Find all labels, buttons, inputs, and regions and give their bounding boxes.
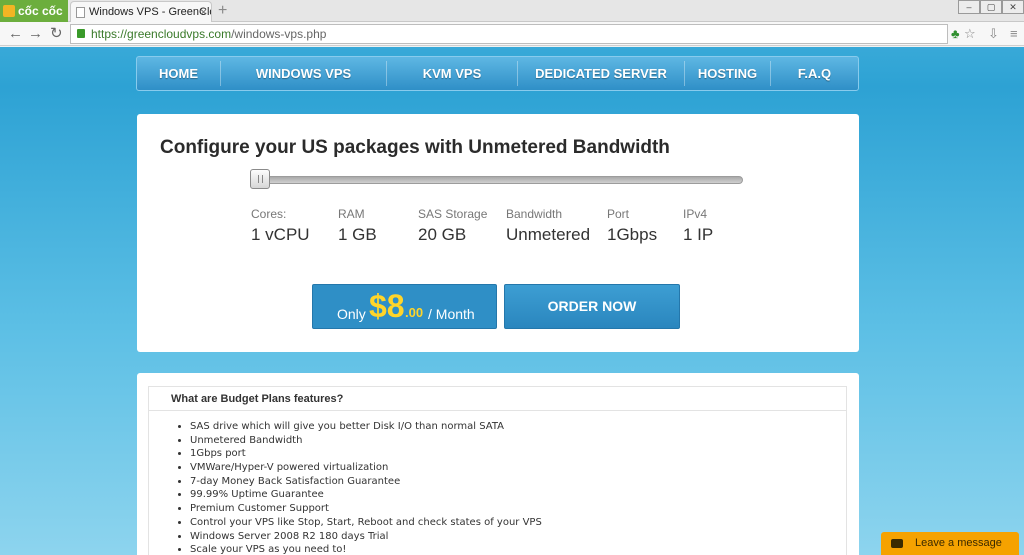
new-tab-button[interactable]: + (218, 0, 227, 22)
features-panel: What are Budget Plans features? SAS driv… (137, 373, 859, 555)
features-box: What are Budget Plans features? SAS driv… (148, 386, 847, 555)
list-item: Control your VPS like Stop, Start, Reboo… (190, 516, 542, 530)
package-slider-track[interactable] (250, 176, 743, 184)
back-arrow-icon[interactable]: ← (8, 24, 23, 44)
package-slider-handle[interactable] (250, 169, 270, 189)
price-amount: $8 (369, 288, 405, 324)
list-item: 7-day Money Back Satisfaction Guarantee (190, 475, 542, 489)
list-item: 99.99% Uptime Guarantee (190, 488, 542, 502)
message-bubble-icon (891, 539, 903, 548)
nav-kvm-vps[interactable]: KVM VPS (387, 57, 517, 90)
tab-title: Windows VPS - GreenCloud (89, 6, 211, 18)
browser-tab-bar: cốc cốc Windows VPS - GreenCloud × + – ▢… (0, 0, 1024, 22)
spec-bandwidth: Bandwidth Unmetered (506, 207, 590, 245)
slider-grip-icon (258, 175, 263, 183)
nav-dedicated-server[interactable]: DEDICATED SERVER (518, 57, 684, 90)
spec-label: Cores: (251, 207, 287, 221)
spec-value: 1Gbps (607, 225, 658, 244)
maximize-button[interactable]: ▢ (980, 0, 1002, 14)
download-icon[interactable]: ⇩ (988, 26, 999, 42)
star-icon[interactable]: ☆ (964, 26, 976, 42)
price-suffix: / Month (428, 306, 475, 322)
url-host: https://greencloudvps.com (91, 27, 232, 41)
coccoc-logo-icon (3, 5, 15, 17)
nav-faq[interactable]: F.A.Q (771, 57, 858, 90)
features-list: SAS drive which will give you better Dis… (176, 420, 542, 555)
reload-icon[interactable]: ↻ (50, 24, 63, 44)
browser-logo[interactable]: cốc cốc (0, 0, 68, 22)
spec-label: IPv4 (683, 207, 708, 221)
extension-icon[interactable]: ♣ (951, 26, 960, 42)
browser-brand: cốc cốc (18, 4, 63, 18)
list-item: SAS drive which will give you better Dis… (190, 420, 542, 434)
order-now-button[interactable]: ORDER NOW (504, 284, 680, 329)
spec-ram: RAM 1 GB (338, 207, 377, 245)
list-item: 1Gbps port (190, 447, 542, 461)
spec-label: RAM (338, 207, 365, 221)
menu-icon[interactable]: ≡ (1010, 26, 1018, 42)
lock-icon (77, 29, 85, 38)
forward-arrow-icon[interactable]: → (28, 24, 43, 44)
leave-message-button[interactable]: Leave a message (881, 532, 1019, 555)
spec-ipv4: IPv4 1 IP (683, 207, 713, 245)
features-heading: What are Budget Plans features? (149, 387, 846, 411)
spec-cores: Cores: 1 vCPU (251, 207, 310, 245)
main-nav: HOME WINDOWS VPS KVM VPS DEDICATED SERVE… (136, 56, 859, 91)
price-display: Only $8 .00 / Month (312, 284, 497, 329)
spec-storage: SAS Storage 20 GB (418, 207, 487, 245)
list-item: Premium Customer Support (190, 502, 542, 516)
spec-label: Port (607, 207, 630, 221)
price-cents: .00 (405, 305, 424, 320)
spec-label: SAS Storage (418, 207, 488, 221)
url-field[interactable]: https://greencloudvps.com/windows-vps.ph… (70, 24, 948, 44)
spec-value: 20 GB (418, 225, 467, 244)
address-bar: ← → ↻ https://greencloudvps.com/windows-… (0, 22, 1024, 46)
tab-close-icon[interactable]: × (200, 2, 207, 22)
price-prefix: Only (337, 306, 366, 322)
list-item: Windows Server 2008 R2 180 days Trial (190, 530, 542, 544)
url-path: /windows-vps.php (231, 27, 327, 41)
nav-windows-vps[interactable]: WINDOWS VPS (221, 57, 386, 90)
spec-value: 1 GB (338, 225, 377, 244)
minimize-button[interactable]: – (958, 0, 980, 14)
close-window-button[interactable]: ✕ (1002, 0, 1024, 14)
spec-value: Unmetered (506, 225, 591, 244)
configure-panel: Configure your US packages with Unmetere… (137, 114, 859, 352)
nav-home[interactable]: HOME (137, 57, 220, 90)
list-item: Scale your VPS as you need to! (190, 543, 542, 555)
page-icon (76, 7, 85, 18)
configure-title: Configure your US packages with Unmetere… (160, 137, 670, 158)
leave-message-label: Leave a message (915, 537, 1002, 549)
nav-hosting[interactable]: HOSTING (685, 57, 770, 90)
browser-tab[interactable]: Windows VPS - GreenCloud × (70, 1, 212, 22)
list-item: VMWare/Hyper-V powered virtualization (190, 461, 542, 475)
spec-label: Bandwidth (506, 207, 563, 221)
list-item: Unmetered Bandwidth (190, 434, 542, 448)
page-background: HOME WINDOWS VPS KVM VPS DEDICATED SERVE… (0, 47, 1024, 555)
spec-port: Port 1Gbps (607, 207, 657, 245)
spec-value: 1 IP (683, 225, 714, 244)
spec-value: 1 vCPU (251, 225, 310, 244)
